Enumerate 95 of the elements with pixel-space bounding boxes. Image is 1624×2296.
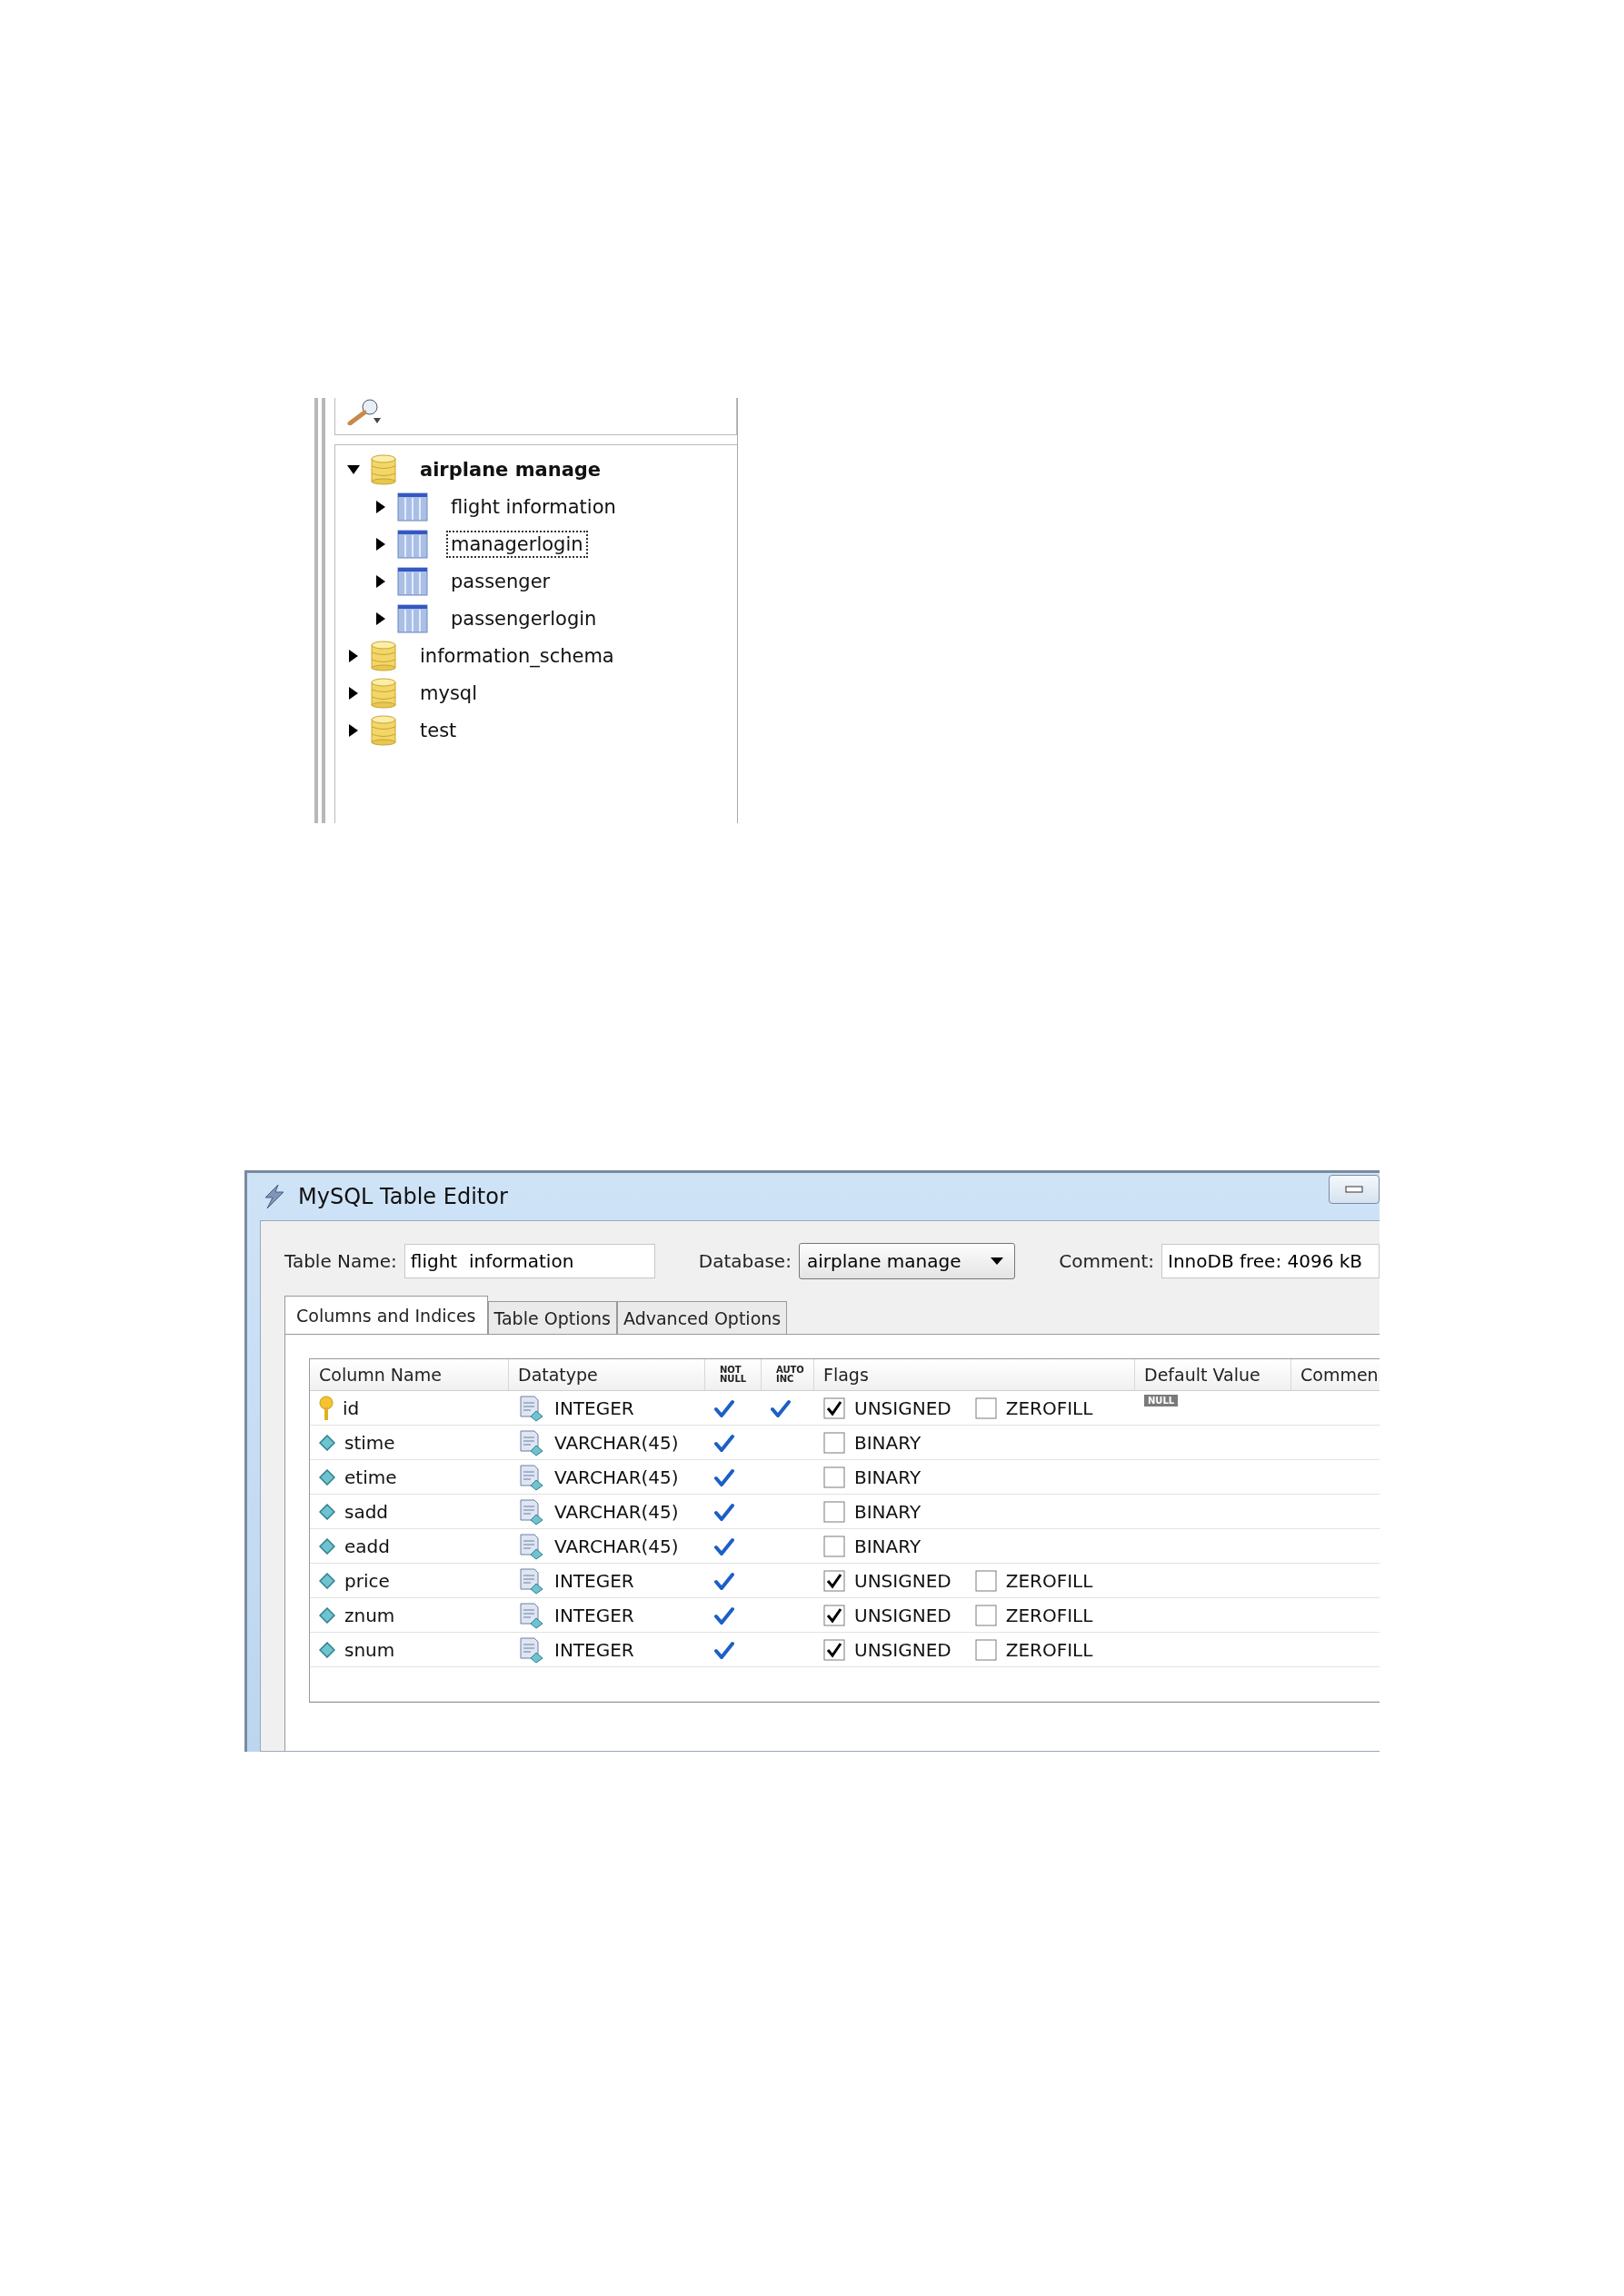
column-header[interactable]: Commen bbox=[1291, 1359, 1380, 1390]
datatype: INTEGER bbox=[554, 1396, 634, 1419]
checkbox[interactable] bbox=[823, 1535, 845, 1557]
tree-item[interactable]: managerlogin bbox=[446, 530, 588, 558]
column-header[interactable]: Datatype bbox=[509, 1359, 705, 1390]
flag-label: BINARY bbox=[854, 1535, 922, 1557]
datatype-icon bbox=[518, 1601, 545, 1629]
tree-item[interactable]: mysql bbox=[415, 679, 482, 707]
caret-icon bbox=[991, 1257, 1004, 1265]
flag-label: ZEROFILL bbox=[1005, 1569, 1093, 1592]
checkbox[interactable] bbox=[823, 1396, 845, 1419]
minimize-icon bbox=[1345, 1186, 1363, 1193]
datatype: INTEGER bbox=[554, 1604, 634, 1626]
checkbox[interactable] bbox=[823, 1466, 845, 1488]
field-label: Comment: bbox=[1059, 1250, 1154, 1272]
datatype: VARCHAR(45) bbox=[554, 1466, 679, 1488]
database-icon bbox=[370, 640, 397, 671]
field-label: Database: bbox=[698, 1250, 792, 1272]
datatype-icon bbox=[518, 1497, 545, 1526]
tree-item[interactable]: passenger bbox=[446, 567, 555, 595]
datatype: VARCHAR(45) bbox=[554, 1500, 679, 1523]
tab[interactable]: Advanced Options bbox=[617, 1301, 788, 1334]
column-name[interactable]: sadd bbox=[344, 1500, 389, 1523]
column-header[interactable]: Column Name bbox=[310, 1359, 509, 1390]
checkbox[interactable] bbox=[974, 1604, 997, 1626]
column-header[interactable]: Flags bbox=[814, 1359, 1135, 1390]
checkbox[interactable] bbox=[974, 1396, 997, 1419]
check-icon bbox=[714, 1467, 734, 1486]
table-icon bbox=[397, 603, 428, 633]
tree-item[interactable]: flight information bbox=[446, 492, 621, 521]
null-badge: NULL bbox=[1144, 1395, 1179, 1406]
check-icon bbox=[714, 1605, 734, 1625]
datatype-icon bbox=[518, 1566, 545, 1595]
tree-item[interactable]: test bbox=[415, 716, 462, 744]
check-icon bbox=[771, 1398, 791, 1417]
checkbox[interactable] bbox=[823, 1569, 845, 1592]
column-name[interactable]: price bbox=[344, 1569, 390, 1592]
checkbox[interactable] bbox=[823, 1431, 845, 1454]
flag-label: BINARY bbox=[854, 1466, 922, 1488]
window-title: MySQL Table Editor bbox=[298, 1184, 508, 1209]
flag-label: BINARY bbox=[854, 1500, 922, 1523]
table-icon bbox=[397, 566, 428, 596]
flag-label: ZEROFILL bbox=[1005, 1396, 1093, 1419]
check-icon bbox=[714, 1502, 734, 1521]
checkbox[interactable] bbox=[974, 1569, 997, 1592]
column-header[interactable]: NOT NULL bbox=[705, 1359, 762, 1390]
checkbox[interactable] bbox=[823, 1500, 845, 1523]
check-icon bbox=[714, 1571, 734, 1590]
tree-item[interactable]: airplane manage bbox=[415, 455, 606, 483]
table-icon bbox=[397, 492, 428, 522]
database-icon bbox=[370, 453, 397, 485]
database-icon bbox=[370, 714, 397, 746]
tab[interactable]: Columns and Indices bbox=[284, 1296, 488, 1334]
check-icon bbox=[714, 1433, 734, 1452]
column-header[interactable]: AUTO INC bbox=[762, 1359, 814, 1390]
datatype: VARCHAR(45) bbox=[554, 1431, 679, 1454]
column-name[interactable]: etime bbox=[344, 1466, 397, 1488]
minimize-button[interactable] bbox=[1329, 1175, 1380, 1204]
column-name[interactable]: snum bbox=[344, 1638, 395, 1661]
column-name[interactable]: znum bbox=[344, 1604, 395, 1626]
flag-label: UNSIGNED bbox=[854, 1396, 951, 1419]
datatype-icon bbox=[518, 1463, 545, 1491]
table-icon bbox=[397, 529, 428, 559]
flag-label: UNSIGNED bbox=[854, 1604, 951, 1626]
flag-label: BINARY bbox=[854, 1431, 922, 1454]
datatype-icon bbox=[518, 1428, 545, 1456]
check-icon bbox=[714, 1536, 734, 1556]
column-name[interactable]: eadd bbox=[344, 1535, 390, 1557]
checkbox[interactable] bbox=[974, 1638, 997, 1661]
column-name[interactable]: stime bbox=[344, 1431, 395, 1454]
tree-item[interactable]: passengerlogin bbox=[446, 604, 602, 632]
checkbox[interactable] bbox=[823, 1638, 845, 1661]
flag-label: ZEROFILL bbox=[1005, 1604, 1093, 1626]
database-icon bbox=[370, 677, 397, 709]
column-header[interactable]: Default Value bbox=[1135, 1359, 1291, 1390]
checkbox[interactable] bbox=[823, 1604, 845, 1626]
check-icon bbox=[714, 1640, 734, 1659]
flag-label: UNSIGNED bbox=[854, 1638, 951, 1661]
field-label: Table Name: bbox=[284, 1250, 397, 1272]
tree-item[interactable]: information_schema bbox=[415, 641, 619, 670]
datatype-icon bbox=[518, 1532, 545, 1560]
search-icon bbox=[346, 398, 383, 425]
datatype: VARCHAR(45) bbox=[554, 1535, 679, 1557]
datatype: INTEGER bbox=[554, 1638, 634, 1661]
comment-field[interactable]: InnoDB free: 4096 kB bbox=[1161, 1244, 1380, 1278]
check-icon bbox=[714, 1398, 734, 1417]
datatype-icon bbox=[518, 1394, 545, 1422]
flag-label: ZEROFILL bbox=[1005, 1638, 1093, 1661]
database-dropdown[interactable]: airplane manage bbox=[798, 1243, 1016, 1279]
datatype-icon bbox=[518, 1635, 545, 1664]
column-name[interactable]: id bbox=[343, 1396, 360, 1419]
table-name-field[interactable]: flight information bbox=[404, 1244, 655, 1278]
datatype: INTEGER bbox=[554, 1569, 634, 1592]
flag-label: UNSIGNED bbox=[854, 1569, 951, 1592]
tab[interactable]: Table Options bbox=[487, 1301, 617, 1334]
